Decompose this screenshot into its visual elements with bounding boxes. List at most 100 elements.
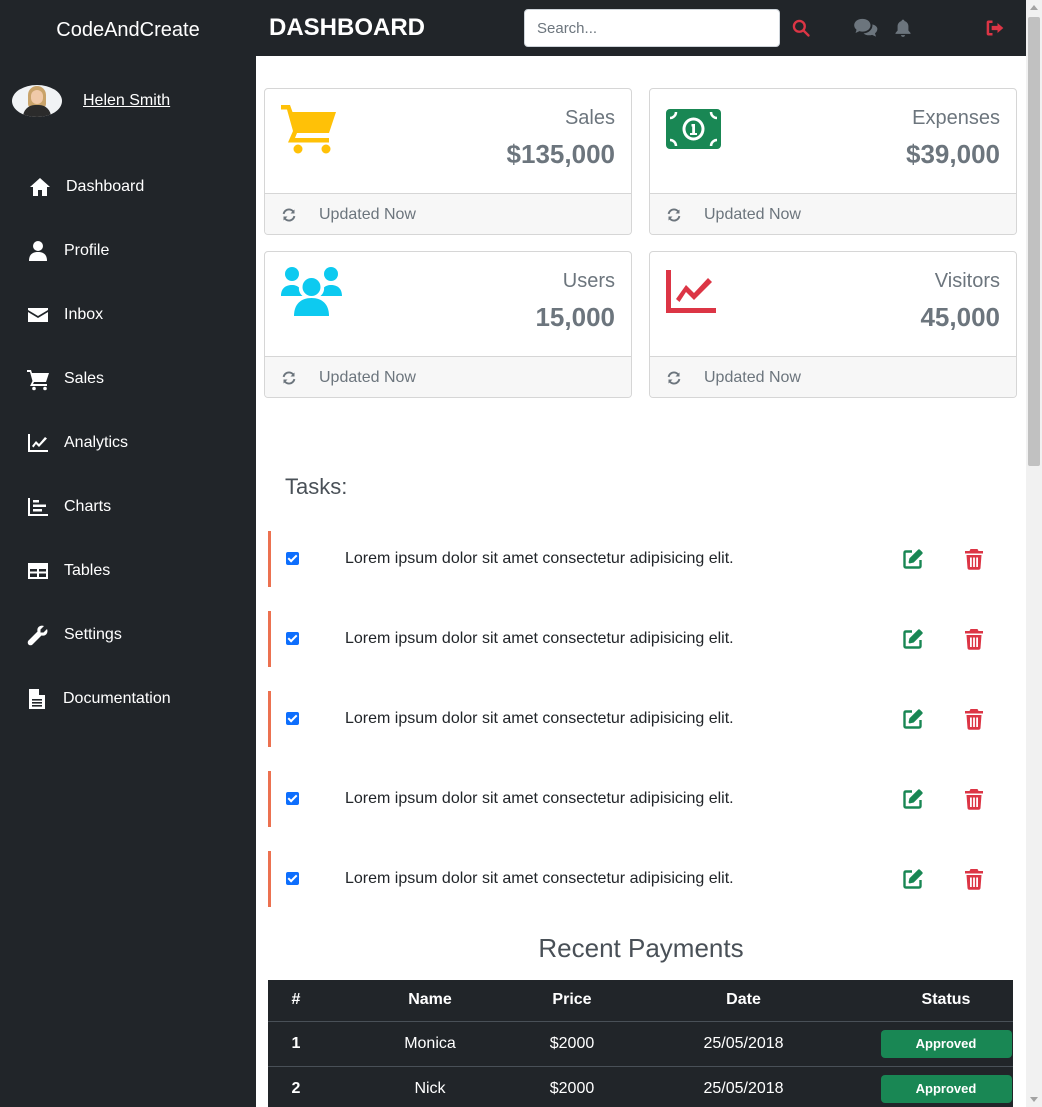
refresh-icon[interactable] [666, 370, 682, 386]
top-bar: DASHBOARD [256, 0, 1026, 56]
bell-icon[interactable] [893, 18, 913, 38]
card-value: 45,000 [920, 302, 1000, 332]
users-icon [281, 267, 342, 316]
row-status: Approved [879, 1066, 1013, 1107]
search-icon[interactable] [791, 18, 811, 38]
task-item: Lorem ipsum dolor sit amet consectetur a… [268, 691, 1012, 747]
brand-logo[interactable]: CodeAndCreate [0, 19, 256, 42]
expenses-card: Expenses $39,000 Updated Now [649, 88, 1017, 235]
task-checkbox[interactable] [286, 712, 299, 725]
task-text: Lorem ipsum dolor sit amet consectetur a… [345, 790, 734, 807]
scroll-down-arrow[interactable] [1030, 1097, 1038, 1102]
sidebar-item-label: Analytics [64, 434, 129, 451]
card-footer: Updated Now [650, 193, 1016, 234]
payments-table: # Name Price Date Status 1 Monica $2000 … [268, 980, 1013, 1107]
card-title: Expenses [912, 107, 1000, 129]
sidebar-item-dashboard[interactable]: Dashboard [28, 175, 144, 199]
file-icon [29, 689, 45, 709]
task-item: Lorem ipsum dolor sit amet consectetur a… [268, 771, 1012, 827]
refresh-icon[interactable] [666, 207, 682, 223]
column-header: Status [879, 980, 1013, 1022]
card-footer: Updated Now [265, 193, 631, 234]
visitors-card: Visitors 45,000 Updated Now [649, 251, 1017, 398]
task-item: Lorem ipsum dolor sit amet consectetur a… [268, 531, 1012, 587]
card-value: $39,000 [906, 139, 1000, 169]
column-header: Date [608, 980, 879, 1022]
refresh-icon[interactable] [281, 207, 297, 223]
card-footer-label: Updated Now [319, 206, 416, 223]
edit-icon[interactable] [902, 628, 924, 650]
task-checkbox[interactable] [286, 792, 299, 805]
scroll-up-arrow[interactable] [1030, 5, 1038, 10]
cart-icon [281, 105, 336, 154]
cart-icon [27, 370, 49, 391]
user-icon [29, 241, 47, 261]
user-profile[interactable]: Helen Smith [12, 85, 170, 117]
sidebar-item-charts[interactable]: Charts [26, 495, 111, 519]
tasks-heading: Tasks: [285, 474, 348, 499]
trash-icon[interactable] [964, 708, 984, 730]
search-input[interactable] [524, 9, 780, 47]
table-header-row: # Name Price Date Status [268, 980, 1013, 1022]
row-name: Nick [324, 1066, 536, 1107]
avatar[interactable] [12, 85, 62, 117]
row-number: 1 [268, 1021, 324, 1067]
trash-icon[interactable] [964, 788, 984, 810]
refresh-icon[interactable] [281, 370, 297, 386]
payments-heading: Recent Payments [538, 933, 744, 963]
row-date: 25/05/2018 [608, 1066, 879, 1107]
table-row: 1 Monica $2000 25/05/2018 Approved [268, 1021, 1013, 1067]
edit-icon[interactable] [902, 868, 924, 890]
sidebar-item-label: Inbox [64, 306, 104, 323]
row-date: 25/05/2018 [608, 1021, 879, 1067]
money-bill-icon [666, 109, 721, 149]
envelope-icon [28, 308, 48, 322]
table-icon [28, 563, 48, 579]
column-header: Price [536, 980, 608, 1022]
sidebar-item-settings[interactable]: Settings [26, 623, 122, 647]
task-checkbox[interactable] [286, 552, 299, 565]
task-text: Lorem ipsum dolor sit amet consectetur a… [345, 870, 734, 887]
sidebar-item-analytics[interactable]: Analytics [26, 431, 128, 455]
task-checkbox[interactable] [286, 872, 299, 885]
users-card: Users 15,000 Updated Now [264, 251, 632, 398]
card-title: Sales [564, 107, 615, 129]
card-value: 15,000 [535, 302, 615, 332]
edit-icon[interactable] [902, 548, 924, 570]
card-title: Users [562, 270, 615, 292]
sign-out-icon[interactable] [985, 18, 1005, 38]
sidebar-item-label: Documentation [63, 690, 171, 707]
scrollbar[interactable] [1026, 0, 1042, 1107]
row-price: $2000 [536, 1021, 608, 1067]
card-footer-label: Updated Now [319, 369, 416, 386]
trash-icon[interactable] [964, 868, 984, 890]
card-title: Visitors [934, 270, 1000, 292]
task-text: Lorem ipsum dolor sit amet consectetur a… [345, 630, 734, 647]
user-name-link[interactable]: Helen Smith [83, 92, 170, 110]
comments-icon[interactable] [852, 18, 880, 38]
sidebar-item-sales[interactable]: Sales [26, 367, 104, 391]
sidebar-item-profile[interactable]: Profile [26, 239, 109, 263]
home-icon [30, 178, 50, 196]
page-title: DASHBOARD [269, 14, 425, 41]
sidebar-item-inbox[interactable]: Inbox [26, 303, 103, 327]
task-item: Lorem ipsum dolor sit amet consectetur a… [268, 611, 1012, 667]
card-footer: Updated Now [650, 356, 1016, 397]
row-status: Approved [879, 1021, 1013, 1067]
task-text: Lorem ipsum dolor sit amet consectetur a… [345, 710, 734, 727]
sidebar-item-documentation[interactable]: Documentation [25, 687, 171, 711]
card-footer-label: Updated Now [704, 369, 801, 386]
sidebar: CodeAndCreate Helen Smith Dashboard Prof… [0, 0, 256, 1107]
card-footer-label: Updated Now [704, 206, 801, 223]
sidebar-item-tables[interactable]: Tables [26, 559, 110, 583]
edit-icon[interactable] [902, 708, 924, 730]
scroll-thumb[interactable] [1028, 17, 1040, 466]
trash-icon[interactable] [964, 548, 984, 570]
wrench-icon [27, 625, 48, 646]
row-price: $2000 [536, 1066, 608, 1107]
sidebar-item-label: Settings [64, 626, 122, 643]
edit-icon[interactable] [902, 788, 924, 810]
task-checkbox[interactable] [286, 632, 299, 645]
trash-icon[interactable] [964, 628, 984, 650]
line-chart-icon [666, 270, 716, 313]
